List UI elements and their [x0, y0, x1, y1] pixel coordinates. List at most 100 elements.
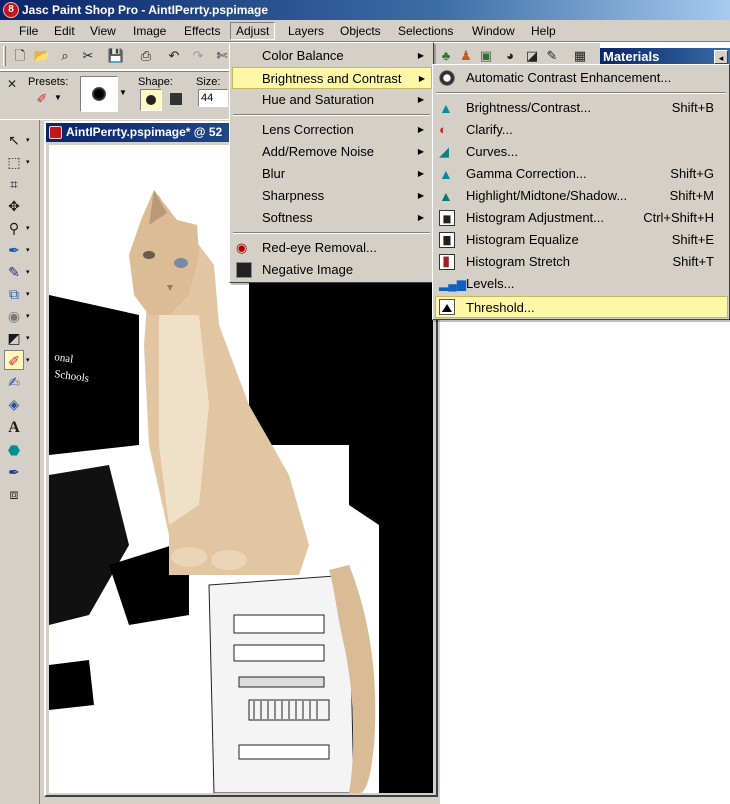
menu-selections[interactable]: Selections	[393, 22, 458, 40]
text-tool-icon[interactable]: A	[4, 418, 24, 438]
paint-brush-icon[interactable]: ✎	[4, 262, 24, 282]
pan-pointer-icon[interactable]: ↖	[4, 130, 24, 150]
toolbar-grip[interactable]	[3, 46, 6, 66]
standard-toolbar: 🗋 📂 ⌕ ✂ 💾 ⎙ ↶ ↷ ✄	[0, 43, 230, 70]
flood-fill-icon[interactable]: ◈	[4, 394, 24, 414]
deform-icon[interactable]: ⧈	[4, 484, 24, 504]
chevron-down-icon[interactable]: ▾	[26, 246, 30, 254]
highlight-midtone-icon: ▲	[439, 188, 453, 204]
round-shape-button[interactable]	[140, 89, 162, 111]
presets-dropdown-icon[interactable]: ✐	[32, 89, 52, 109]
submenu-item-highlight-midtone-shadow[interactable]: ▲ Highlight/Midtone/Shadow... Shift+M	[435, 185, 726, 207]
brush-tip-preview[interactable]	[80, 76, 118, 112]
submenu-item-levels[interactable]: ▂▄▆ Levels...	[435, 273, 726, 295]
crop-icon[interactable]: ⌗	[4, 174, 24, 194]
move-icon[interactable]: ✥	[4, 196, 24, 216]
eraser-icon[interactable]: ✐	[4, 350, 24, 370]
menu-item-sharpness[interactable]: Sharpness ▶	[232, 185, 430, 207]
menu-layers[interactable]: Layers	[283, 22, 329, 40]
menu-item-red-eye-removal[interactable]: ◉ Red-eye Removal...	[232, 237, 430, 259]
submenu-arrow-icon: ▶	[417, 95, 424, 104]
menu-objects[interactable]: Objects	[335, 22, 386, 40]
menu-item-lens-correction[interactable]: Lens Correction ▶	[232, 119, 430, 141]
close-icon[interactable]: ✕	[2, 74, 22, 94]
submenu-item-curves[interactable]: ◢ Curves...	[435, 141, 726, 163]
submenu-item-clarify[interactable]: ◐ Clarify...	[435, 119, 726, 141]
selection-icon[interactable]: ⬚	[4, 152, 24, 172]
menu-separator	[233, 114, 430, 116]
contrast-palette-icon[interactable]: ◪	[522, 46, 542, 66]
menu-item-negative-image[interactable]: Negative Image	[232, 259, 430, 281]
chevron-down-icon[interactable]: ▾	[26, 356, 30, 364]
chevron-down-icon[interactable]: ▾	[26, 334, 30, 342]
dropper-icon[interactable]: ✒	[4, 240, 24, 260]
chevron-down-icon[interactable]: ▾	[26, 290, 30, 298]
curves-icon: ◢	[439, 144, 449, 159]
square-shape-icon[interactable]	[170, 93, 182, 105]
pen-icon[interactable]: ✒	[4, 462, 24, 482]
overview-icon[interactable]: ▣	[476, 46, 496, 66]
chevron-down-icon[interactable]: ▾	[26, 136, 30, 144]
preset-shape-icon[interactable]: ⬣	[4, 440, 24, 460]
menu-item-softness[interactable]: Softness ▶	[232, 207, 430, 229]
menu-edit[interactable]: Edit	[49, 22, 80, 40]
histogram-palette-icon[interactable]: ◕	[500, 46, 520, 66]
submenu-item-histogram-stretch[interactable]: ▊ Histogram Stretch Shift+T	[435, 251, 726, 273]
submenu-item-histogram-adjustment[interactable]: ▆ Histogram Adjustment... Ctrl+Shift+H	[435, 207, 726, 229]
auto-contrast-icon	[439, 70, 455, 86]
picture-tube-icon[interactable]: ✍	[4, 372, 24, 392]
submenu-item-threshold[interactable]: Threshold...	[435, 296, 728, 318]
round-shape-icon	[146, 95, 156, 105]
clone-brush-icon[interactable]: ⧉	[4, 284, 24, 304]
print-icon[interactable]: ⎙	[136, 46, 156, 66]
palette-icon[interactable]: ♣	[436, 46, 456, 66]
scanner-icon[interactable]: ✂	[78, 46, 98, 66]
threshold-shape	[442, 304, 452, 312]
menu-view[interactable]: View	[85, 22, 121, 40]
menu-help[interactable]: Help	[526, 22, 561, 40]
redo-icon[interactable]: ↷	[188, 46, 208, 66]
brush-tip-dropdown-icon[interactable]: ▼	[119, 88, 127, 97]
image-window-title: AintIPerrty.pspimage* @ 52	[66, 125, 223, 139]
browse-icon[interactable]: ⌕	[55, 46, 75, 66]
menu-effects[interactable]: Effects	[179, 22, 225, 40]
menu-window[interactable]: Window	[467, 22, 520, 40]
size-input[interactable]: 44	[198, 89, 228, 107]
tool-options-bar: ✕ Presets: ✐ ▼ ▼ Shape: Size: 44	[0, 71, 232, 119]
menu-item-hue-and-saturation[interactable]: Hue and Saturation ▶	[232, 89, 430, 111]
submenu-item-auto-contrast[interactable]: Automatic Contrast Enhancement...	[435, 67, 726, 89]
clarify-icon: ◐	[439, 122, 447, 137]
chevron-down-icon[interactable]: ▾	[26, 312, 30, 320]
menu-adjust[interactable]: Adjust	[230, 22, 276, 40]
submenu-item-histogram-equalize[interactable]: ▇ Histogram Equalize Shift+E	[435, 229, 726, 251]
menu-image[interactable]: Image	[128, 22, 171, 40]
undo-icon[interactable]: ↶	[164, 46, 184, 66]
menu-bar: File Edit View Image Effects Adjust Laye…	[0, 20, 730, 42]
menu-item-brightness-and-contrast[interactable]: Brightness and Contrast ▶	[232, 67, 432, 89]
adjust-menu: Color Balance ▶ Brightness and Contrast ▶ …	[229, 42, 434, 283]
save-icon[interactable]: 💾	[106, 46, 126, 66]
chevron-down-icon[interactable]: ▾	[26, 268, 30, 276]
layers-palette-icon[interactable]: ♟	[456, 46, 476, 66]
open-file-icon[interactable]: 📂	[32, 46, 52, 66]
submenu-item-gamma-correction[interactable]: ▲ Gamma Correction... Shift+G	[435, 163, 726, 185]
menu-file[interactable]: File	[14, 22, 43, 40]
threshold-icon	[439, 299, 455, 315]
menu-item-color-balance[interactable]: Color Balance ▶	[232, 45, 430, 67]
new-file-icon[interactable]: 🗋	[10, 46, 30, 66]
levels-icon: ▂▄▆	[439, 277, 466, 291]
brush-palette-icon[interactable]: ✎	[542, 46, 562, 66]
chevron-down-icon[interactable]: ▾	[26, 158, 30, 166]
app-icon[interactable]: 8	[3, 2, 19, 18]
magic-wand-icon[interactable]: ⚲	[4, 218, 24, 238]
menu-item-blur[interactable]: Blur ▶	[232, 163, 430, 185]
lighten-darken-icon[interactable]: ◉	[4, 306, 24, 326]
scripts-icon[interactable]: ▦	[570, 46, 590, 66]
materials-collapse-icon[interactable]: ◂	[714, 50, 728, 64]
color-replacer-icon[interactable]: ◩	[4, 328, 24, 348]
chevron-down-icon[interactable]: ▼	[54, 93, 62, 102]
submenu-item-brightness-contrast[interactable]: ▲ Brightness/Contrast... Shift+B	[435, 97, 726, 119]
chevron-down-icon[interactable]: ▾	[26, 224, 30, 232]
menu-item-add-remove-noise[interactable]: Add/Remove Noise ▶	[232, 141, 430, 163]
size-label: Size:	[196, 76, 221, 88]
